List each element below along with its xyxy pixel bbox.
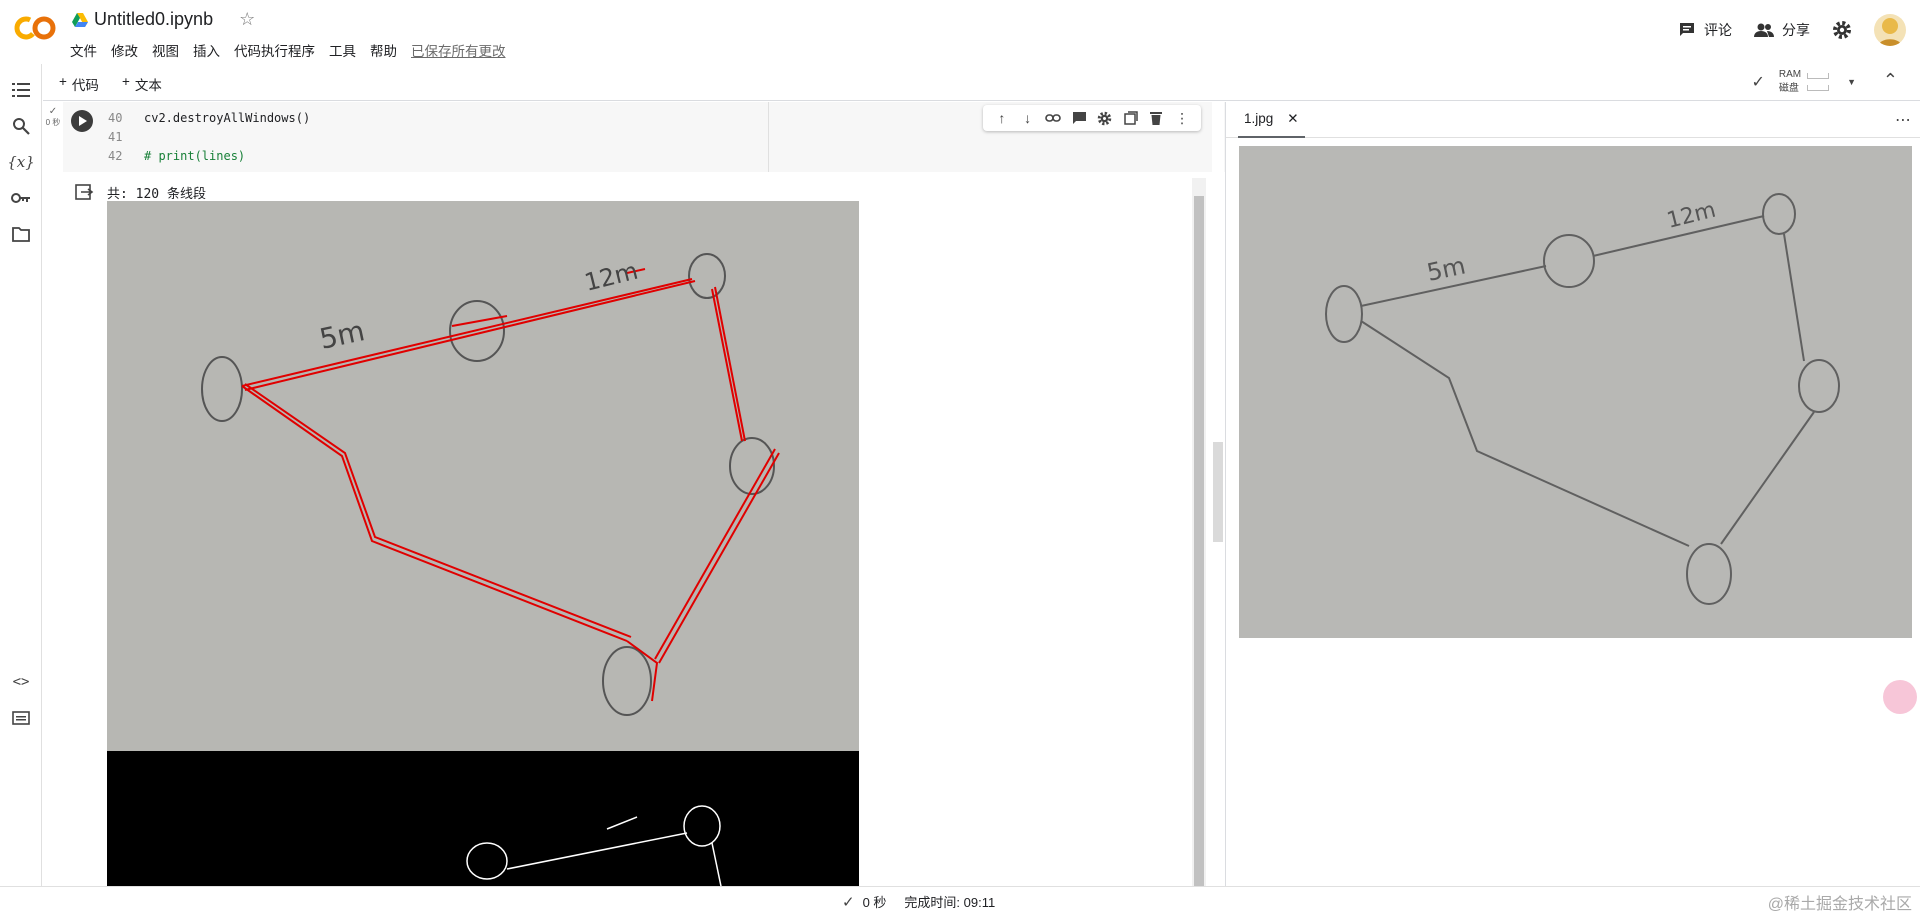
star-icon[interactable]: ☆ [239,9,255,30]
variables-icon[interactable]: {x} [7,150,35,174]
watermark: @稀土掘金技术社区 [1767,896,1912,913]
delete-icon[interactable] [1147,109,1165,127]
move-up-icon[interactable]: ↑ [993,109,1011,127]
menu-tools[interactable]: 工具 [329,40,356,60]
key-icon[interactable] [9,186,33,210]
line-number: 42 [108,149,123,163]
dropdown-icon[interactable]: ▼ [1847,77,1856,87]
output-actions-icon[interactable] [74,182,94,202]
resource-indicator[interactable]: ✓ RAM 磁盘 ▼ [1751,68,1856,96]
share-button[interactable]: 分享 [1754,20,1810,40]
colab-logo[interactable] [14,14,56,42]
comment-label: 评论 [1704,22,1732,38]
app-header: Untitled0.ipynb ☆ 文件 修改 视图 插入 代码执行程序 工具 … [0,0,1920,64]
floating-assistant-button[interactable] [1883,680,1917,714]
comment-button[interactable]: 评论 [1678,20,1732,40]
people-icon [1754,23,1774,37]
gear-icon[interactable] [1832,20,1852,40]
check-icon: ✓ [48,106,58,117]
collapse-icon[interactable]: ⌃ [1883,70,1898,91]
menu-bar: 文件 修改 视图 插入 代码执行程序 工具 帮助 已保存所有更改 [70,40,506,60]
search-icon[interactable] [9,114,33,138]
folder-icon[interactable] [9,222,33,246]
output-scrollbar[interactable] [1192,178,1206,888]
comment-icon [1680,23,1694,36]
ram-bar [1807,73,1830,79]
cell-status: ✓ 0 秒 [43,102,63,172]
exec-time: 0 秒 [45,118,61,127]
code-comment: # print(lines) [144,149,246,163]
add-text-button[interactable]: + 文本 [122,74,162,94]
output-text: 共: 120 条线段 [107,187,206,202]
status-bar: ✓ 0 秒 完成时间: 09:11 @稀土掘金技术社区 [0,886,1920,913]
line-number: 41 [108,130,123,144]
add-code-button[interactable]: + 代码 [59,74,99,94]
saved-status-link[interactable]: 已保存所有更改 [411,40,506,60]
link-icon[interactable] [1044,109,1062,127]
menu-runtime[interactable]: 代码执行程序 [234,40,315,60]
comment-icon[interactable] [1070,109,1088,127]
toc-icon[interactable] [9,78,33,102]
more-vert-icon[interactable]: ⋮ [1173,109,1191,127]
play-icon [79,116,87,126]
menu-help[interactable]: 帮助 [370,40,397,60]
code-divider [768,102,769,172]
menu-insert[interactable]: 插入 [193,40,220,60]
ram-label: RAM [1778,69,1802,80]
tab-1-jpg[interactable]: 1.jpg ✕ [1238,102,1305,138]
disk-label: 磁盘 [1778,83,1799,94]
menu-edit[interactable]: 修改 [111,40,138,60]
run-cell-button[interactable] [71,110,93,132]
plus-icon: + [59,74,67,89]
cell-output: 共: 120 条线段 5m 12m [43,174,1225,891]
output-image-hough-lines: 5m 12m [107,201,859,751]
check-icon: ✓ [842,893,855,911]
clipped-line [108,96,310,109]
share-label: 分享 [1782,22,1810,38]
code-editor[interactable]: 40 cv2.destroyAllWindows() 41 42 # print(l… [108,96,310,166]
splitter-handle[interactable] [1213,442,1223,542]
code-snippets-icon[interactable]: <> [9,670,33,694]
check-icon: ✓ [1751,74,1765,91]
avatar[interactable] [1874,14,1906,46]
panel-tabbar: 1.jpg ✕ ⋯ [1226,102,1920,138]
elapsed-time: 0 秒 [862,895,887,910]
file-preview-panel: 1.jpg ✕ ⋯ 5m 12m [1225,102,1920,886]
more-horiz-icon[interactable]: ⋯ [1895,110,1911,130]
gear-icon[interactable] [1096,109,1114,127]
completed-time: 完成时间: 09:11 [904,895,996,910]
output-scrollbar-thumb[interactable] [1194,196,1204,886]
mirror-cell-icon[interactable] [1122,109,1140,127]
tab-label: 1.jpg [1244,111,1274,126]
drive-icon [72,12,88,27]
terminal-icon[interactable] [9,706,33,730]
disk-bar [1807,85,1830,91]
notebook-toolbar: + 代码 + 文本 ✓ RAM 磁盘 ▼ ⌃ [43,64,1920,101]
menu-file[interactable]: 文件 [70,40,97,60]
panel-splitter[interactable] [1212,102,1224,886]
preview-image: 5m 12m [1239,146,1912,638]
left-sidebar: {x} <> [0,64,42,886]
plus-icon: + [122,74,130,89]
notebook-title[interactable]: Untitled0.ipynb [94,9,213,30]
line-number: 40 [108,111,123,125]
move-down-icon[interactable]: ↓ [1019,109,1037,127]
menu-view[interactable]: 视图 [152,40,179,60]
output-image-edges [107,751,859,891]
notebook-area: ✓ 0 秒 40 cv2.destroyAllWindows() 41 42 # p… [43,102,1245,891]
code-line: cv2.destroyAllWindows() [144,111,311,125]
add-code-label: 代码 [71,78,99,93]
close-icon[interactable]: ✕ [1287,111,1298,136]
add-text-label: 文本 [134,78,162,93]
cell-toolbar: ↑ ↓ ⋮ [983,105,1201,131]
